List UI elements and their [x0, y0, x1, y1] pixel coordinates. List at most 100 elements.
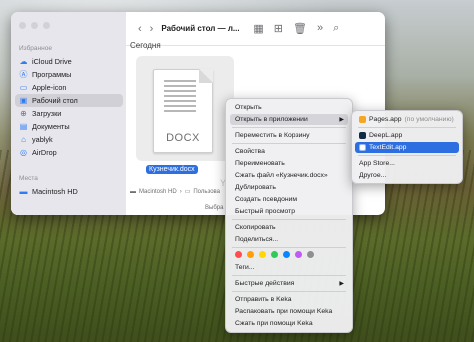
menu-item-open-with[interactable]: Открыть в приложении ▶ — [230, 114, 348, 125]
menu-item-move-to-trash[interactable]: Переместить в Корзину — [230, 130, 348, 141]
menu-item-copy[interactable]: Скопировать — [230, 222, 348, 233]
window-controls — [19, 22, 50, 29]
tag-orange[interactable] — [247, 251, 254, 258]
sidebar-item-airdrop[interactable]: ◎ AirDrop — [15, 146, 123, 159]
airdrop-icon: ◎ — [20, 148, 27, 157]
document-lines — [164, 80, 196, 115]
sidebar-item-label: Macintosh HD — [32, 187, 78, 196]
menu-item-extract-keka[interactable]: Распаковать при помощи Keka — [230, 306, 348, 317]
cloud-icon: ☁ — [19, 57, 28, 66]
toolbar: ‹ › Рабочий стол — л... ▦ ⊞ 🗑 » ⌕ — [126, 12, 385, 46]
deepl-icon — [359, 132, 366, 139]
tag-purple[interactable] — [295, 251, 302, 258]
open-with-submenu: Pages.app (по умолчанию) DeepL.app TextE… — [351, 110, 463, 184]
sidebar-item-icloud-drive[interactable]: ☁ iCloud Drive — [15, 55, 123, 68]
path-item[interactable]: Macintosh HD — [139, 189, 177, 195]
forward-button[interactable]: › — [150, 23, 154, 35]
tag-color-row — [235, 251, 314, 258]
tag-gray[interactable] — [307, 251, 314, 258]
pages-icon — [359, 116, 366, 123]
sidebar-item-label: Программы — [32, 70, 72, 79]
minimize-button[interactable] — [31, 22, 38, 29]
sidebar-section-favorites: Избранное — [19, 45, 52, 52]
menu-item-tags[interactable]: Теги... — [230, 262, 348, 273]
submenu-item-textedit[interactable]: TextEdit.app — [355, 142, 459, 153]
sidebar-item-documents[interactable]: ▤ Документы — [15, 120, 123, 133]
tag-yellow[interactable] — [259, 251, 266, 258]
sidebar-item-label: iCloud Drive — [32, 57, 72, 66]
menu-item-make-alias[interactable]: Создать псевдоним — [230, 194, 348, 205]
menu-item-open[interactable]: Открыть — [230, 102, 348, 113]
sidebar-item-macintosh-hd[interactable]: ▬ Macintosh HD — [15, 185, 123, 198]
sidebar-item-label: Загрузки — [32, 109, 62, 118]
menu-item-rename[interactable]: Переименовать — [230, 158, 348, 169]
submenu-item-deepl[interactable]: DeepL.app — [355, 130, 459, 141]
sidebar-item-apple-icon[interactable]: ▭ Apple-icon — [15, 81, 123, 94]
apps-icon: Ⓐ — [19, 70, 28, 79]
submenu-item-label: Pages.app — [369, 116, 402, 123]
back-button[interactable]: ‹ — [138, 23, 142, 35]
sidebar-item-label: yablyk — [32, 135, 53, 144]
section-heading-today: Сегодня — [130, 41, 161, 50]
menu-item-label: Быстрые действия — [235, 280, 295, 287]
tag-green[interactable] — [271, 251, 278, 258]
tag-blue[interactable] — [283, 251, 290, 258]
more-icon[interactable]: » — [317, 22, 323, 35]
sidebar-section-locations: Места — [19, 175, 38, 182]
path-bar: ▬ Macintosh HD › ▭ Пользова — [130, 188, 220, 196]
menu-item-send-to-keka[interactable]: Отправить в Keka — [230, 294, 348, 305]
menu-item-get-info[interactable]: Свойства — [230, 146, 348, 157]
path-item[interactable]: Пользова — [193, 189, 220, 195]
disk-icon: ▬ — [19, 187, 28, 196]
trash-icon[interactable]: 🗑 — [293, 22, 307, 35]
file-name-label[interactable]: Кузнечик.docx — [146, 165, 198, 174]
menu-separator — [232, 143, 346, 144]
sidebar-item-label: Документы — [32, 122, 70, 131]
menu-separator — [358, 127, 456, 128]
window-title: Рабочий стол — л... — [161, 24, 240, 33]
sidebar-item-downloads[interactable]: ⊕ Загрузки — [15, 107, 123, 120]
search-icon[interactable]: ⌕ — [333, 22, 339, 35]
sidebar-item-label: AirDrop — [32, 148, 57, 157]
docx-file-icon[interactable]: DOCX — [153, 69, 213, 153]
sidebar-item-label: Apple-icon — [32, 83, 67, 92]
sidebar: Избранное ☁ iCloud Drive Ⓐ Программы ▭ A… — [11, 12, 126, 215]
chevron-right-icon: ▶ — [339, 281, 344, 287]
submenu-item-label: DeepL.app — [369, 132, 403, 139]
document-icon: ▤ — [19, 122, 28, 131]
menu-separator — [232, 291, 346, 292]
menu-separator — [232, 247, 346, 248]
submenu-item-app-store[interactable]: App Store... — [355, 158, 459, 169]
menu-separator — [232, 275, 346, 276]
menu-item-compress-keka[interactable]: Сжать при помощи Keka — [230, 318, 348, 329]
folder-icon: ▭ — [19, 83, 28, 92]
sidebar-item-desktop[interactable]: ▣ Рабочий стол — [15, 94, 123, 107]
tag-red[interactable] — [235, 251, 242, 258]
close-button[interactable] — [19, 22, 26, 29]
menu-item-share[interactable]: Поделиться... — [230, 234, 348, 245]
menu-separator — [232, 219, 346, 220]
file-type-label: DOCX — [166, 132, 200, 144]
menu-item-compress[interactable]: Сжать файл «Кузнечик.docx» — [230, 170, 348, 181]
submenu-item-other[interactable]: Другое... — [355, 170, 459, 181]
chevron-right-icon: › — [179, 188, 182, 195]
disk-icon: ▬ — [130, 188, 136, 195]
menu-item-quick-look[interactable]: Быстрый просмотр — [230, 206, 348, 217]
textedit-icon — [359, 144, 366, 151]
status-bar: Выбра — [205, 205, 224, 211]
menu-item-quick-actions[interactable]: Быстрые действия ▶ — [230, 278, 348, 289]
home-icon: ⌂ — [21, 135, 26, 144]
menu-separator — [358, 155, 456, 156]
zoom-button[interactable] — [43, 22, 50, 29]
menu-item-duplicate[interactable]: Дублировать — [230, 182, 348, 193]
sidebar-item-home[interactable]: ⌂ yablyk — [15, 133, 123, 146]
view-grid-icon[interactable]: ▦ — [253, 22, 263, 35]
folder-icon: ▭ — [184, 189, 191, 195]
sidebar-item-label: Рабочий стол — [32, 96, 78, 105]
submenu-item-label: TextEdit.app — [369, 144, 407, 151]
menu-separator — [232, 127, 346, 128]
new-folder-icon[interactable]: ⊞ — [274, 22, 283, 35]
submenu-item-note: (по умолчанию) — [404, 116, 454, 123]
sidebar-item-applications[interactable]: Ⓐ Программы — [15, 68, 123, 81]
submenu-item-pages[interactable]: Pages.app (по умолчанию) — [355, 114, 459, 125]
